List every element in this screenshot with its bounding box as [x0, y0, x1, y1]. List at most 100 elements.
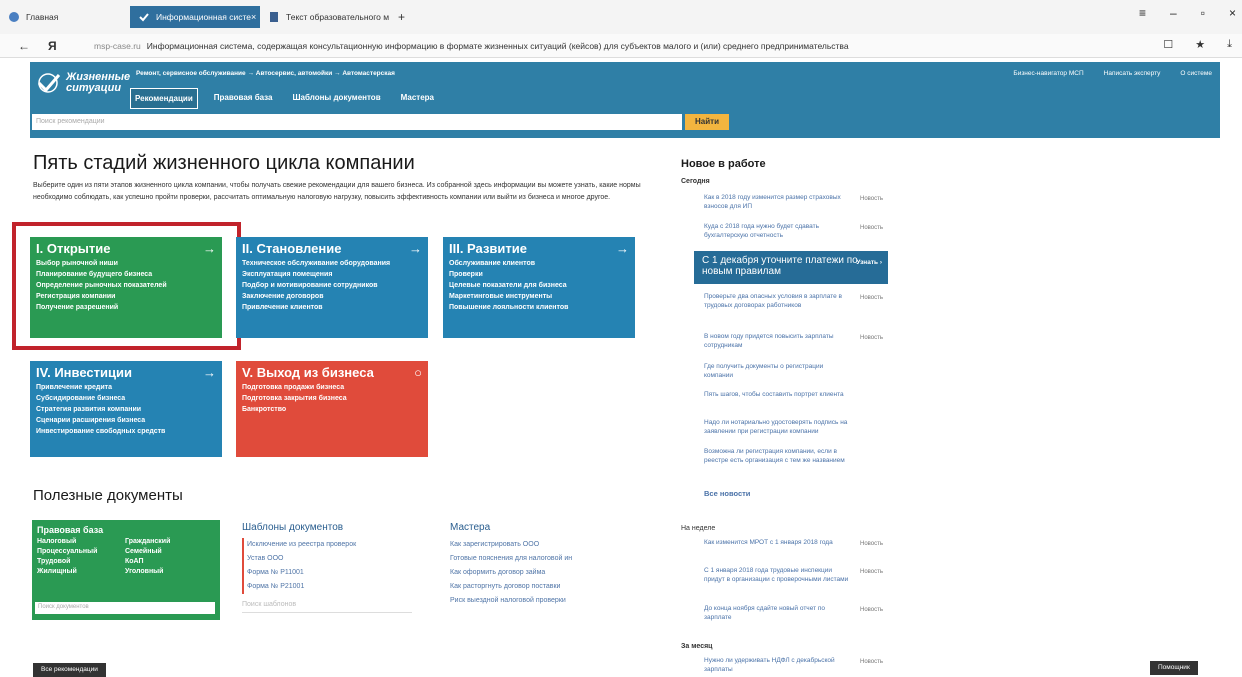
master-link[interactable]: Как расторгнуть договор поставки — [450, 580, 610, 594]
stage-item[interactable]: Стратегия развития компании — [36, 404, 216, 415]
news-tag: Новость — [860, 541, 884, 547]
link-about[interactable]: О системе — [1180, 70, 1212, 77]
news-item[interactable]: В новом году придется повысить зарплаты … — [704, 332, 854, 350]
news-item[interactable]: Как в 2018 году изменится размер страхов… — [704, 193, 854, 211]
template-link[interactable]: Устав ООО — [247, 552, 422, 566]
news-item[interactable]: Возможна ли регистрация компании, если в… — [704, 447, 854, 465]
search-input[interactable]: Поиск рекомендации — [32, 114, 682, 130]
search-button[interactable]: Найти — [685, 114, 729, 130]
stage-item[interactable]: Обслуживание клиентов — [449, 258, 629, 269]
nav-recommendations[interactable]: Рекомендации — [130, 88, 198, 109]
back-icon[interactable]: ← — [18, 39, 30, 53]
all-recommendations-button[interactable]: Все рекомендации — [33, 663, 106, 677]
templates-search-input[interactable]: Поиск шаблонов — [242, 598, 412, 613]
stage-card-exit[interactable]: V. Выход из бизнеса ○ Подготовка продажи … — [236, 361, 428, 457]
maximize-icon[interactable]: ▫ — [1201, 6, 1205, 20]
code-link[interactable]: Уголовный — [125, 568, 213, 575]
stage-item[interactable]: Банкротство — [242, 404, 422, 415]
news-item[interactable]: Куда с 2018 года нужно будет сдавать бух… — [704, 222, 854, 240]
promo-banner[interactable]: С 1 декабря уточните платежи по новым пр… — [694, 251, 888, 284]
stage-item[interactable]: Подбор и мотивирование сотрудников — [242, 280, 422, 291]
news-title: Новое в работе — [681, 158, 766, 170]
stage-item[interactable]: Подготовка продажи бизнеса — [242, 382, 422, 393]
stage-item[interactable]: Привлечение кредита — [36, 382, 216, 393]
news-item[interactable]: Нужно ли удерживать НДФЛ с декабрьской з… — [704, 656, 854, 674]
nav-masters[interactable]: Мастера — [397, 88, 438, 109]
close-window-icon[interactable]: × — [1229, 6, 1236, 20]
browser-tab[interactable]: Главная — [0, 6, 130, 28]
browser-tab-active[interactable]: Информационная систе × — [130, 6, 260, 28]
close-tab-icon[interactable]: × — [251, 12, 256, 22]
document-icon — [268, 11, 280, 23]
stage-item[interactable]: Субсидирование бизнеса — [36, 393, 216, 404]
browser-tab[interactable]: Текст образовательного м — [260, 6, 390, 28]
checkmark-icon — [138, 11, 150, 23]
bookmark-icon[interactable]: ☐ — [1163, 38, 1173, 51]
useful-docs-title: Полезные документы — [33, 487, 183, 504]
arrow-right-icon: → — [203, 365, 216, 380]
news-tag: Новость — [860, 196, 884, 202]
news-item[interactable]: С 1 января 2018 года трудовые инспекции … — [704, 566, 854, 584]
site-logo[interactable]: Жизненные ситуации — [36, 72, 130, 94]
stage-card-formation[interactable]: II. Становление → Техническое обслуживани… — [236, 237, 428, 338]
download-icon[interactable]: ⤓ — [1227, 38, 1232, 51]
yandex-logo-icon[interactable]: Я — [48, 39, 57, 53]
stage-item[interactable]: Инвестирование свободных средств — [36, 426, 216, 437]
nav-templates[interactable]: Шаблоны документов — [289, 88, 385, 109]
stage-item[interactable]: Техническое обслуживание оборудования — [242, 258, 422, 269]
master-link[interactable]: Риск выездной налоговой проверки — [450, 594, 610, 608]
breadcrumb[interactable]: Ремонт, сервисное обслуживание → Автосер… — [136, 70, 395, 77]
template-link[interactable]: Форма № Р11001 — [247, 566, 422, 580]
highlight-frame — [12, 222, 241, 350]
code-link[interactable]: Процессуальный — [37, 548, 125, 555]
stage-item[interactable]: Подготовка закрытия бизнеса — [242, 393, 422, 404]
help-button[interactable]: Помощник — [1150, 661, 1198, 675]
news-item[interactable]: Как изменится МРОТ с 1 января 2018 года — [704, 538, 854, 547]
template-link[interactable]: Исключение из реестра проверок — [247, 538, 422, 552]
code-link[interactable]: Гражданский — [125, 538, 213, 545]
arrow-right-icon: → — [616, 241, 629, 256]
stage-item[interactable]: Эксплуатация помещения — [242, 269, 422, 280]
legal-base-card[interactable]: Правовая база Налоговый Гражданский Проц… — [32, 520, 220, 620]
main-nav: Рекомендации Правовая база Шаблоны докум… — [130, 88, 438, 109]
stage-card-investments[interactable]: IV. Инвестиции → Привлечение кредита Субс… — [30, 361, 222, 457]
promo-link[interactable]: Узнать › — [856, 257, 882, 268]
news-item[interactable]: Проверьте два опасных условия в зарплате… — [704, 292, 854, 310]
stage-item[interactable]: Целевые показатели для бизнеса — [449, 280, 629, 291]
stage-card-development[interactable]: III. Развитие → Обслуживание клиентов Про… — [443, 237, 635, 338]
news-tag: Новость — [860, 295, 884, 301]
page-title-in-url[interactable]: Информационная система, содержащая консу… — [147, 41, 849, 51]
menu-icon[interactable]: ≡ — [1139, 6, 1146, 20]
url-host[interactable]: msp-case.ru — [94, 41, 141, 51]
code-link[interactable]: Семейный — [125, 548, 213, 555]
logo-check-icon — [37, 73, 61, 93]
new-tab-button[interactable]: + — [390, 6, 413, 28]
legal-search-input[interactable]: Поиск документов — [35, 602, 215, 614]
code-link[interactable]: КоАП — [125, 558, 213, 565]
star-icon[interactable]: ★ — [1195, 38, 1205, 51]
intro-text: Выберите один из пяти этапов жизненного … — [33, 182, 641, 201]
stage-item[interactable]: Маркетинговые инструменты — [449, 291, 629, 302]
link-navigator[interactable]: Бизнес-навигатор МСП — [1013, 70, 1083, 77]
news-item[interactable]: Надо ли нотариально удостоверять подпись… — [704, 418, 854, 436]
master-link[interactable]: Как оформить договор займа — [450, 566, 610, 580]
template-link[interactable]: Форма № Р21001 — [247, 580, 422, 594]
all-news-link[interactable]: Все новости — [704, 489, 750, 498]
link-write-expert[interactable]: Написать эксперту — [1104, 70, 1161, 77]
master-link[interactable]: Готовые пояснения для налоговой ин — [450, 552, 610, 566]
code-link[interactable]: Трудовой — [37, 558, 125, 565]
stage-item[interactable]: Привлечение клиентов — [242, 302, 422, 313]
stage-item[interactable]: Проверки — [449, 269, 629, 280]
news-item[interactable]: До конца ноября сдайте новый отчет по за… — [704, 604, 854, 622]
stage-item[interactable]: Сценарии расширения бизнеса — [36, 415, 216, 426]
news-item[interactable]: Пять шагов, чтобы составить портрет клие… — [704, 390, 854, 399]
code-link[interactable]: Налоговый — [37, 538, 125, 545]
nav-legal-base[interactable]: Правовая база — [210, 88, 277, 109]
news-item[interactable]: Где получить документы о регистрации ком… — [704, 362, 854, 380]
stage-item[interactable]: Повышение лояльности клиентов — [449, 302, 629, 313]
stage-item[interactable]: Заключение договоров — [242, 291, 422, 302]
minimize-icon[interactable]: – — [1170, 6, 1177, 20]
code-link[interactable]: Жилищный — [37, 568, 125, 575]
master-link[interactable]: Как зарегистрировать ООО — [450, 538, 610, 552]
news-tag: Новость — [860, 607, 884, 613]
